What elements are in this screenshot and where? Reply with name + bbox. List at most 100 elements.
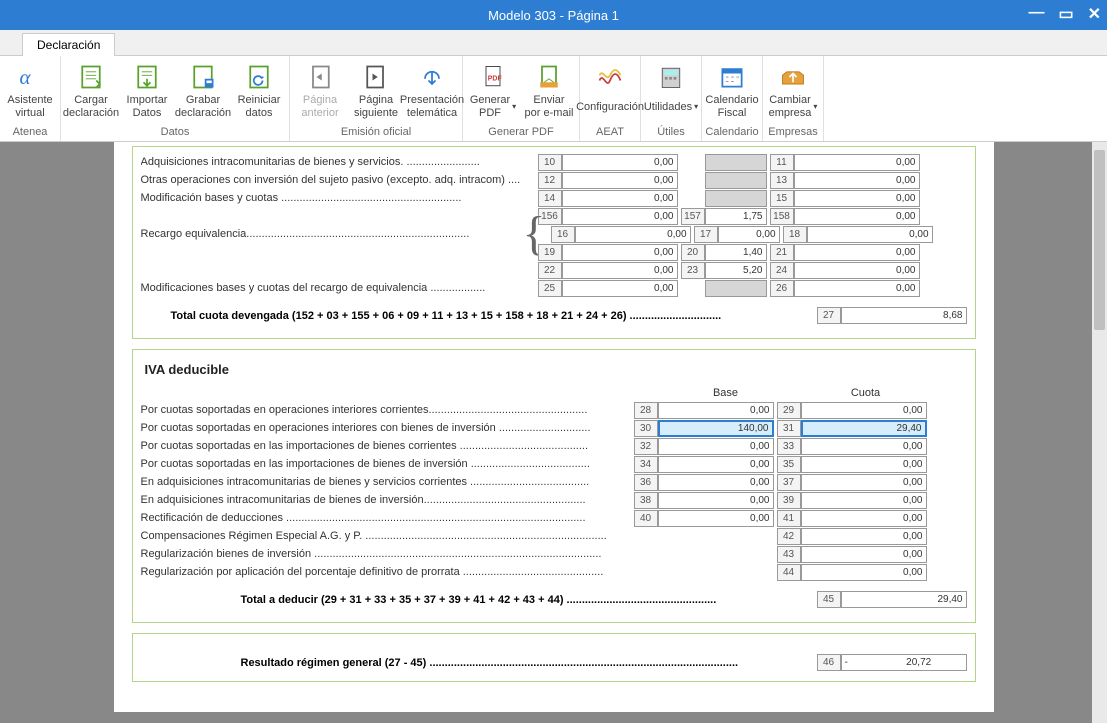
ribbon-cargar[interactable]: Cargardeclaración	[63, 60, 119, 125]
ribbon-config[interactable]: Configuración	[582, 60, 638, 125]
sec2-row-7: Compensaciones Régimen Especial A.G. y P…	[141, 527, 967, 545]
value-17[interactable]: 0,00	[718, 226, 780, 243]
ribbon-pag-ant[interactable]: Páginaanterior	[292, 60, 348, 125]
vertical-scrollbar[interactable]	[1092, 142, 1107, 723]
value-11[interactable]: 0,00	[794, 154, 920, 171]
scrollbar-thumb[interactable]	[1094, 150, 1105, 330]
value-19[interactable]: 0,00	[562, 244, 678, 261]
value-44[interactable]: 0,00	[801, 564, 927, 581]
sec2-row-2: Por cuotas soportadas en las importacion…	[141, 437, 967, 455]
value-23[interactable]: 5,20	[705, 262, 767, 279]
ribbon-gen-pdf[interactable]: PDFGenerarPDF ▾	[465, 60, 521, 125]
minimize-icon[interactable]: —	[1028, 4, 1044, 24]
sec2-label-0: Por cuotas soportadas en operaciones int…	[141, 404, 631, 416]
value-39[interactable]: 0,00	[801, 492, 927, 509]
ribbon-group-atenea: αAsistentevirtualAtenea	[0, 56, 61, 141]
value-27[interactable]: 8,68	[841, 307, 967, 324]
sec1-row-4: Recargo equivalencia....................…	[141, 225, 967, 243]
cell-35: 35	[777, 456, 801, 473]
ribbon-asistente[interactable]: αAsistentevirtual	[2, 60, 58, 125]
value-156[interactable]: 0,00	[562, 208, 678, 225]
ribbon-pres-tel[interactable]: Presentacióntelemática	[404, 60, 460, 125]
ribbon-cambiar[interactable]: Cambiarempresa ▾	[765, 60, 821, 125]
value-29[interactable]: 0,00	[801, 402, 927, 419]
value-38[interactable]: 0,00	[658, 492, 774, 509]
value-30[interactable]: 140,00	[658, 420, 774, 437]
sec2-row-1: Por cuotas soportadas en operaciones int…	[141, 419, 967, 437]
value-43[interactable]: 0,00	[801, 546, 927, 563]
value-15[interactable]: 0,00	[794, 190, 920, 207]
value-20[interactable]: 1,40	[705, 244, 767, 261]
col-cuota: Cuota	[791, 387, 941, 399]
cell-29: 29	[777, 402, 801, 419]
value-33[interactable]: 0,00	[801, 438, 927, 455]
ribbon-group-emisión oficial: PáginaanteriorPáginasiguientePresentació…	[290, 56, 463, 141]
close-icon[interactable]: ✕	[1088, 4, 1101, 24]
tab-declaracion[interactable]: Declaración	[22, 33, 115, 56]
value-158[interactable]: 0,00	[794, 208, 920, 225]
value-32[interactable]: 0,00	[658, 438, 774, 455]
value-37[interactable]: 0,00	[801, 474, 927, 491]
value-14[interactable]: 0,00	[562, 190, 678, 207]
value-35[interactable]: 0,00	[801, 456, 927, 473]
spacer-gray	[705, 154, 767, 171]
svg-text:PDF: PDF	[488, 76, 503, 83]
sec1-row-7: Modificaciones bases y cuotas del recarg…	[141, 279, 967, 297]
sec1-label-1: Otras operaciones con inversión del suje…	[141, 174, 521, 186]
importar-icon	[132, 62, 162, 92]
value-16[interactable]: 0,00	[575, 226, 691, 243]
value-28[interactable]: 0,00	[658, 402, 774, 419]
sec2-label-1: Por cuotas soportadas en operaciones int…	[141, 422, 631, 434]
value-34[interactable]: 0,00	[658, 456, 774, 473]
value-18[interactable]: 0,00	[807, 226, 933, 243]
maximize-icon[interactable]: ▭	[1058, 4, 1073, 24]
value-12[interactable]: 0,00	[562, 172, 678, 189]
cambiar-label: Cambiarempresa ▾	[769, 94, 818, 120]
cell-19: 19	[538, 244, 562, 261]
pres-tel-label: Presentacióntelemática	[400, 94, 464, 120]
value-45[interactable]: 29,40	[841, 591, 967, 608]
value-42[interactable]: 0,00	[801, 528, 927, 545]
cell-42: 42	[777, 528, 801, 545]
value-46[interactable]: - 20,72	[841, 654, 967, 671]
value-13[interactable]: 0,00	[794, 172, 920, 189]
ribbon-importar[interactable]: ImportarDatos	[119, 60, 175, 125]
ribbon-enviar[interactable]: Enviarpor e-mail	[521, 60, 577, 125]
value-10[interactable]: 0,00	[562, 154, 678, 171]
spacer-gray	[705, 280, 767, 297]
value-31[interactable]: 29,40	[801, 420, 927, 437]
ribbon: αAsistentevirtualAteneaCargardeclaración…	[0, 56, 1107, 142]
sec2-label-2: Por cuotas soportadas en las importacion…	[141, 440, 631, 452]
section-iva-devengado: Adquisiciones intracomunitarias de biene…	[132, 146, 976, 339]
value-41[interactable]: 0,00	[801, 510, 927, 527]
value-40[interactable]: 0,00	[658, 510, 774, 527]
value-21[interactable]: 0,00	[794, 244, 920, 261]
gen-pdf-icon: PDF	[478, 62, 508, 92]
ribbon-reiniciar[interactable]: Reiniciardatos	[231, 60, 287, 125]
sec2-label-6: Rectificación de deducciones ...........…	[141, 512, 631, 524]
tab-strip: Declaración	[0, 30, 1107, 56]
cell-44: 44	[777, 564, 801, 581]
value-22[interactable]: 0,00	[562, 262, 678, 279]
value-26[interactable]: 0,00	[794, 280, 920, 297]
value-25[interactable]: 0,00	[562, 280, 678, 297]
cell-15: 15	[770, 190, 794, 207]
ribbon-utilidades[interactable]: Utilidades ▾	[643, 60, 699, 125]
value-157[interactable]: 1,75	[705, 208, 767, 225]
window-controls: — ▭ ✕	[1028, 4, 1101, 24]
cell-30: 30	[634, 420, 658, 437]
cell-24: 24	[770, 262, 794, 279]
sec2-label-9: Regularización por aplicación del porcen…	[141, 566, 631, 578]
ribbon-grabar[interactable]: Grabardeclaración	[175, 60, 231, 125]
value-24[interactable]: 0,00	[794, 262, 920, 279]
value-36[interactable]: 0,00	[658, 474, 774, 491]
cell-36: 36	[634, 474, 658, 491]
ribbon-pag-sig[interactable]: Páginasiguiente	[348, 60, 404, 125]
workspace: Adquisiciones intracomunitarias de biene…	[0, 142, 1107, 723]
ribbon-calendario[interactable]: CalendarioFiscal	[704, 60, 760, 125]
sec1-label-7: Modificaciones bases y cuotas del recarg…	[141, 282, 521, 294]
cell-41: 41	[777, 510, 801, 527]
cell-11: 11	[770, 154, 794, 171]
ribbon-group-útiles: Utilidades ▾Útiles	[641, 56, 702, 141]
sec2-label-4: En adquisiciones intracomunitarias de bi…	[141, 476, 631, 488]
